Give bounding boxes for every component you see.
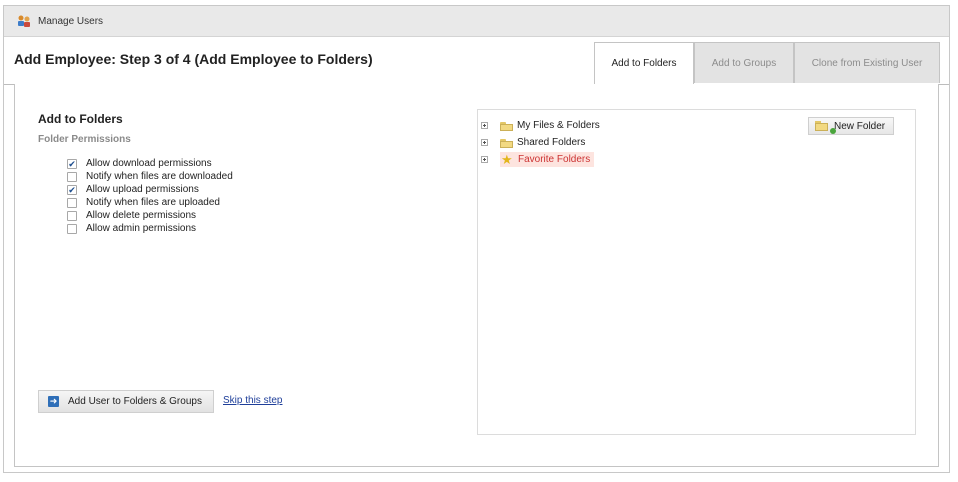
expand-icon[interactable] (481, 156, 488, 163)
arrow-right-icon: ➜ (48, 396, 59, 407)
users-icon (18, 15, 30, 27)
tree-item-favorite-folders[interactable]: ★ Favorite Folders (481, 152, 595, 167)
expand-icon[interactable] (481, 139, 488, 146)
star-icon: ★ (501, 152, 513, 167)
favorite-folders-highlight: ★ Favorite Folders (500, 152, 595, 167)
content-panel: Add to Folders Folder Permissions ✔ Allo… (14, 84, 939, 467)
folder-permissions-heading: Folder Permissions (38, 134, 131, 145)
tab-add-to-groups[interactable]: Add to Groups (694, 42, 794, 83)
permission-label: Allow upload permissions (86, 184, 199, 195)
folder-icon (500, 138, 513, 148)
topbar-title: Manage Users (38, 16, 104, 27)
permission-notify-upload: Notify when files are uploaded (67, 196, 233, 209)
permission-label: Notify when files are uploaded (86, 197, 220, 208)
permission-download: ✔ Allow download permissions (67, 157, 233, 170)
tree-item-label: My Files & Folders (517, 120, 600, 131)
topbar: Manage Users (4, 6, 949, 37)
upload-permission-checkbox[interactable]: ✔ (67, 184, 77, 195)
page-title: Add Employee: Step 3 of 4 (Add Employee … (14, 51, 373, 67)
tree-item-label: Favorite Folders (518, 154, 591, 165)
manage-users-window: Manage Users Add Employee: Step 3 of 4 (… (3, 5, 950, 473)
permissions-list: ✔ Allow download permissions Notify when… (67, 157, 233, 235)
download-permission-checkbox[interactable]: ✔ (67, 158, 77, 169)
section-title: Add to Folders (38, 112, 123, 126)
tab-clone-from-existing-user[interactable]: Clone from Existing User (794, 42, 940, 83)
delete-permission-checkbox[interactable] (67, 210, 77, 221)
tab-add-to-folders[interactable]: Add to Folders (594, 42, 694, 84)
notify-upload-checkbox[interactable] (67, 197, 77, 208)
tree-item-label: Shared Folders (517, 137, 586, 148)
permission-upload: ✔ Allow upload permissions (67, 183, 233, 196)
permission-label: Allow admin permissions (86, 223, 197, 234)
permission-delete: Allow delete permissions (67, 209, 233, 222)
permission-label: Notify when files are downloaded (86, 171, 233, 182)
folder-icon (500, 121, 513, 131)
permission-label: Allow delete permissions (86, 210, 197, 221)
folder-tree-panel: My Files & Folders Shared Folders ★ Favo… (477, 109, 916, 435)
skip-step-link[interactable]: Skip this step (223, 395, 282, 406)
notify-download-checkbox[interactable] (67, 171, 77, 182)
permission-admin: Allow admin permissions (67, 222, 233, 235)
add-button-label: Add User to Folders & Groups (68, 396, 202, 407)
add-user-to-folders-button[interactable]: ➜ Add User to Folders & Groups (38, 390, 214, 413)
page-header: Add Employee: Step 3 of 4 (Add Employee … (4, 37, 949, 85)
permission-notify-download: Notify when files are downloaded (67, 170, 233, 183)
admin-permission-checkbox[interactable] (67, 223, 77, 234)
new-folder-label: New Folder (834, 120, 886, 132)
permission-label: Allow download permissions (86, 158, 212, 169)
expand-icon[interactable] (481, 122, 488, 129)
new-folder-button[interactable]: New Folder (808, 117, 894, 135)
new-folder-icon (815, 121, 836, 134)
tree-item-shared-folders[interactable]: Shared Folders (481, 135, 585, 150)
tree-item-my-files[interactable]: My Files & Folders (481, 118, 600, 133)
